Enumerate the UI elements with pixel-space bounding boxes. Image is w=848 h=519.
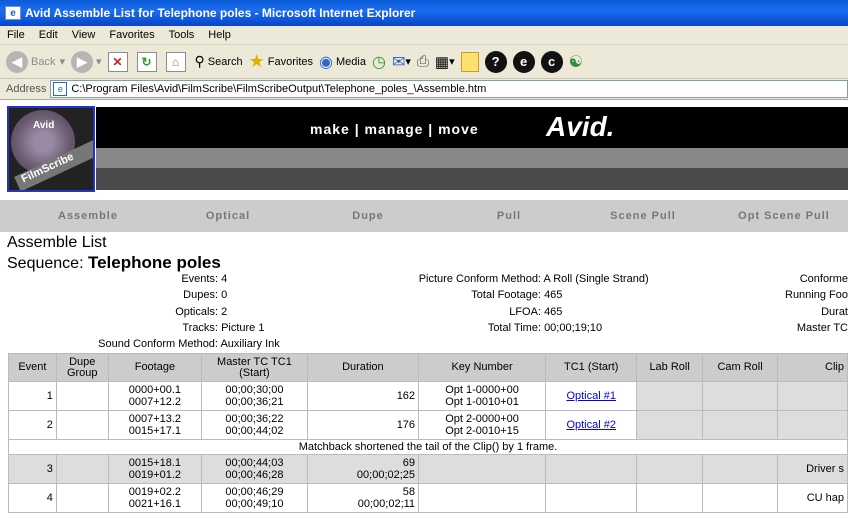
meta-middle: Picture Conform Method: A Roll (Single S… [418, 273, 649, 334]
report-title: Assemble List [7, 234, 107, 251]
menu-help[interactable]: Help [201, 29, 238, 41]
nav-optical[interactable]: Optical [168, 200, 288, 232]
nav-pull[interactable]: Pull [449, 200, 569, 232]
table-row: 3 0015+18.1 0019+01.2 00;00;44;03 00;00;46… [8, 454, 848, 484]
toolbar: ◀ Back ▾ ▶ ▾ ✕ ↻ ⌂ ⚲ Search ★ Favorites … [0, 45, 848, 79]
filmscribe-logo: Avid FilmScribe [7, 106, 95, 192]
col-lab-roll: Lab Roll [636, 353, 703, 382]
menu-view[interactable]: View [65, 29, 103, 41]
avid-banner: make | manage | move Avid. Avid FilmScri… [0, 101, 848, 201]
refresh-button[interactable]: ↻ [136, 51, 160, 72]
star-icon: ★ [248, 51, 265, 71]
window-titlebar: e Avid Assemble List for Telephone poles… [0, 0, 848, 26]
meta-right: Conforme Running Foo Durat Master TC [785, 273, 848, 334]
address-bar: Address e C:\Program Files\Avid\FilmScri… [0, 79, 848, 100]
banner-dark-band [96, 168, 848, 190]
note-button[interactable] [460, 51, 479, 72]
assemble-table: Event Dupe Group Footage Master TC TC1 (… [8, 353, 848, 513]
optical-1-link[interactable]: Optical #1 [566, 390, 616, 402]
stop-button[interactable]: ✕ [107, 51, 131, 72]
menu-edit[interactable]: Edit [32, 29, 65, 41]
favorites-button[interactable]: ★ Favorites [249, 51, 313, 72]
help-icon[interactable]: ? [484, 50, 507, 73]
table-row: 2 0007+13.2 0015+17.1 00;00;36;22 00;00;44… [8, 410, 848, 440]
col-key-number: Key Number [418, 353, 547, 382]
forward-button[interactable]: ▶ ▾ [71, 50, 102, 73]
ie-page-icon: e [5, 6, 21, 20]
extension-e-icon[interactable]: e [512, 50, 535, 73]
menu-favorites[interactable]: Favorites [102, 29, 161, 41]
media-button[interactable]: ◉ Media [319, 52, 366, 72]
note-icon [460, 51, 479, 72]
extension-c-icon[interactable]: c [540, 50, 563, 73]
menu-bar: File Edit View Favorites Tools Help [0, 26, 848, 45]
table-row: 4 0019+02.2 0021+16.1 00;00;46;29 00;00;49… [8, 483, 848, 513]
matchback-note: Matchback shortened the tail of the Clip… [8, 439, 848, 455]
mail-icon: ✉ [391, 53, 406, 71]
page-content: make | manage | move Avid. Avid FilmScri… [0, 101, 848, 519]
search-icon: ⚲ [194, 53, 205, 69]
matchback-note-row: Matchback shortened the tail of the Clip… [8, 439, 848, 455]
back-button[interactable]: ◀ Back ▾ [6, 50, 65, 73]
mail-dropdown-icon[interactable]: ▾ [405, 55, 411, 68]
col-footage: Footage [107, 353, 203, 382]
nav-dupe[interactable]: Dupe [308, 200, 428, 232]
nav-opt-scene-pull[interactable]: Opt Scene Pull [734, 200, 834, 232]
messenger-icon: ☯ [568, 53, 583, 71]
forward-dropdown-icon[interactable]: ▾ [96, 55, 102, 68]
window-title: Avid Assemble List for Telephone poles -… [25, 6, 416, 20]
print-button[interactable]: ⎙ [417, 53, 429, 70]
page-icon: e [53, 82, 68, 96]
media-globe-icon: ◉ [319, 53, 334, 71]
messenger-button[interactable]: ☯ [569, 52, 583, 72]
col-clip: Clip [777, 353, 848, 382]
forward-arrow-icon: ▶ [71, 50, 93, 73]
col-cam-roll: Cam Roll [701, 353, 779, 382]
nav-assemble[interactable]: Assemble [28, 200, 148, 232]
refresh-icon: ↻ [136, 51, 157, 72]
address-label: Address [6, 83, 47, 95]
col-tc1-start: TC1 (Start) [545, 353, 638, 382]
mail-button[interactable]: ✉ ▾ [392, 52, 411, 72]
menu-file[interactable]: File [0, 29, 32, 41]
menu-tools[interactable]: Tools [162, 29, 202, 41]
home-icon: ⌂ [165, 51, 186, 72]
print-icon: ⎙ [416, 53, 429, 70]
avid-logo: Avid. [546, 111, 615, 142]
search-button[interactable]: ⚲ Search [195, 53, 243, 70]
col-master-tc: Master TC TC1 (Start) [201, 353, 308, 382]
back-dropdown-icon[interactable]: ▾ [59, 55, 65, 68]
optical-2-link[interactable]: Optical #2 [566, 419, 616, 431]
table-row: 1 0000+00.1 0007+12.2 00;00;30;00 00;00;36… [8, 381, 848, 411]
meta-left: Events: 4 Dupes: 0 Opticals: 2 Tracks: P… [98, 273, 280, 351]
address-url: C:\Program Files\Avid\FilmScribe\FilmScr… [71, 83, 487, 95]
sequence-name: Telephone poles [87, 253, 221, 272]
back-arrow-icon: ◀ [6, 50, 28, 73]
col-duration: Duration [306, 353, 420, 382]
history-button[interactable]: ◷ [372, 52, 386, 72]
report-nav: Assemble Optical Dupe Pull Scene Pull Op… [0, 200, 848, 232]
col-event: Event [8, 353, 57, 382]
banner-tagline: make | manage | move [310, 121, 479, 137]
home-button[interactable]: ⌂ [165, 51, 189, 72]
edit-dropdown-icon[interactable]: ▾ [449, 55, 455, 68]
history-icon: ◷ [371, 53, 386, 71]
edit-button[interactable]: ▦ ▾ [435, 53, 455, 71]
banner-grey-band [96, 148, 848, 168]
sequence-heading: Sequence: Telephone poles [7, 253, 221, 272]
col-dupe-group: Dupe Group [55, 353, 109, 382]
nav-scene-pull[interactable]: Scene Pull [590, 200, 696, 232]
table-header-row: Event Dupe Group Footage Master TC TC1 (… [8, 353, 848, 382]
edit-icon: ▦ [434, 53, 450, 71]
stop-icon: ✕ [107, 51, 128, 72]
address-input[interactable]: e C:\Program Files\Avid\FilmScribe\FilmS… [50, 80, 848, 98]
